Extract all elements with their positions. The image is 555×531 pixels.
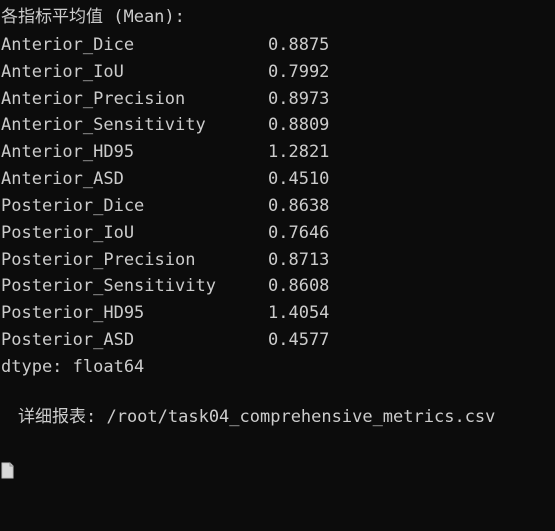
- metric-row: Anterior_Sensitivity 0.8809: [1, 112, 555, 138]
- terminal-output: 各指标平均值 (Mean): Anterior_Dice 0.8875 Ante…: [0, 0, 555, 478]
- metric-value: 0.8638: [268, 196, 330, 216]
- metric-name: Posterior_IoU: [1, 223, 135, 243]
- metric-name: Anterior_Sensitivity: [1, 115, 206, 135]
- metric-row: Posterior_ASD 0.4577: [1, 327, 555, 353]
- metric-value: 0.8973: [268, 89, 330, 109]
- metric-name: Anterior_IoU: [1, 62, 124, 82]
- metric-row: Anterior_Precision 0.8973: [1, 86, 555, 112]
- metric-name: Posterior_HD95: [1, 303, 145, 323]
- metric-value: 0.7646: [268, 223, 330, 243]
- metric-row: Posterior_Dice 0.8638: [1, 193, 555, 219]
- metric-row: Anterior_IoU 0.7992: [1, 59, 555, 85]
- metric-row: Posterior_Precision 0.8713: [1, 247, 555, 273]
- metric-name: Posterior_ASD: [1, 330, 135, 350]
- metric-name: Anterior_HD95: [1, 142, 135, 162]
- metric-row: Anterior_ASD 0.4510: [1, 166, 555, 192]
- metric-value: 0.4510: [268, 169, 330, 189]
- metric-value: 0.8875: [268, 35, 330, 55]
- dtype-line: dtype: float64: [1, 357, 145, 377]
- metric-value: 0.4577: [268, 330, 330, 350]
- report-path: 详细报表: /root/task04_comprehensive_metrics…: [18, 407, 496, 427]
- metric-name: Anterior_Precision: [1, 89, 186, 109]
- metric-row: Anterior_Dice 0.8875: [1, 32, 555, 58]
- metric-name: Posterior_Dice: [1, 196, 145, 216]
- metric-value: 1.2821: [268, 142, 330, 162]
- document-icon: [1, 410, 14, 478]
- metric-value: 0.8713: [268, 250, 330, 270]
- metric-name: Posterior_Precision: [1, 250, 196, 270]
- metric-value: 0.8608: [268, 276, 330, 296]
- metric-name: Anterior_ASD: [1, 169, 124, 189]
- mean-heading: 各指标平均值 (Mean):: [1, 7, 185, 27]
- metric-name: Posterior_Sensitivity: [1, 276, 216, 296]
- metric-value: 0.8809: [268, 115, 330, 135]
- metric-row: Anterior_HD95 1.2821: [1, 139, 555, 165]
- metric-value: 0.7992: [268, 62, 330, 82]
- metric-row: Posterior_IoU 0.7646: [1, 220, 555, 246]
- metric-value: 1.4054: [268, 303, 330, 323]
- metric-row: Posterior_Sensitivity 0.8608: [1, 273, 555, 299]
- report-line: 详细报表: /root/task04_comprehensive_metrics…: [1, 404, 496, 478]
- metric-row: Posterior_HD95 1.4054: [1, 300, 555, 326]
- metric-name: Anterior_Dice: [1, 35, 135, 55]
